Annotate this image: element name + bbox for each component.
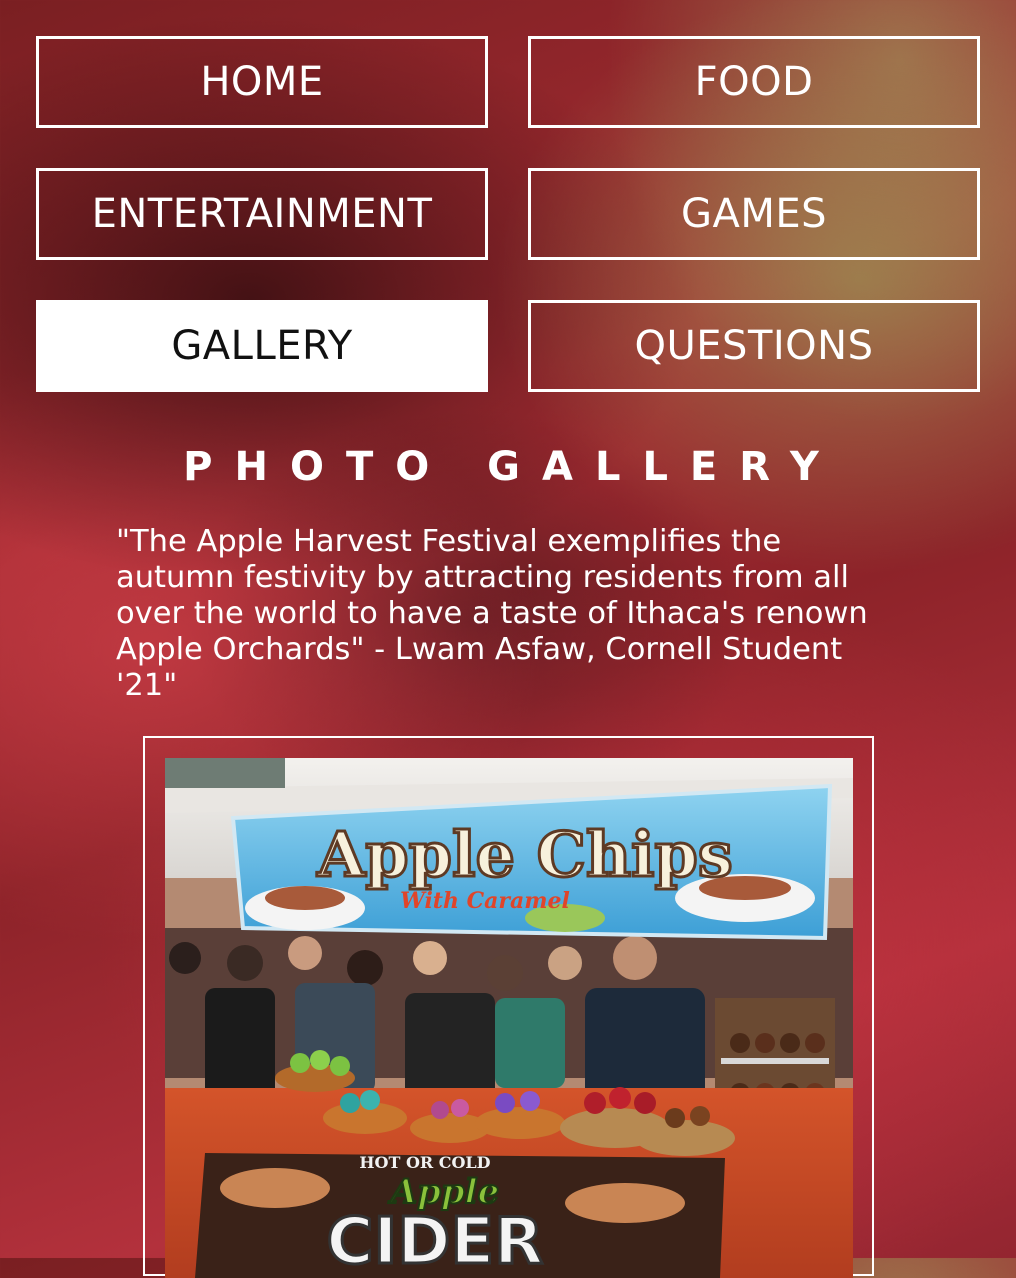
nav-games-button[interactable]: GAMES	[528, 168, 980, 260]
nav-food-button[interactable]: FOOD	[528, 36, 980, 128]
gallery-photo[interactable]: Apple Chips With Caramel HOT OR COLD App…	[165, 758, 853, 1278]
main-nav: HOME FOOD ENTERTAINMENT GAMES GALLERY QU…	[36, 36, 980, 392]
nav-home-button[interactable]: HOME	[36, 36, 488, 128]
apple-chips-stand-photo: Apple Chips With Caramel HOT OR COLD App…	[165, 758, 853, 1278]
banner-apple-chips-text: Apple Chips	[316, 818, 733, 891]
banner-caramel-text: With Caramel	[400, 888, 570, 914]
sign-hot-or-cold-text: HOT OR COLD	[359, 1153, 490, 1172]
nav-questions-button[interactable]: QUESTIONS	[528, 300, 980, 392]
sign-cider-text: CIDER	[327, 1205, 544, 1278]
page-title: PHOTO GALLERY	[183, 444, 841, 490]
gallery-photo-frame: Apple Chips With Caramel HOT OR COLD App…	[143, 736, 874, 1278]
page: { "nav": { "items": [ {"label": "HOME", …	[0, 0, 1016, 1278]
nav-entertainment-button[interactable]: ENTERTAINMENT	[36, 168, 488, 260]
gallery-quote: "The Apple Harvest Festival exemplifies …	[116, 524, 868, 703]
nav-gallery-button[interactable]: GALLERY	[36, 300, 488, 392]
